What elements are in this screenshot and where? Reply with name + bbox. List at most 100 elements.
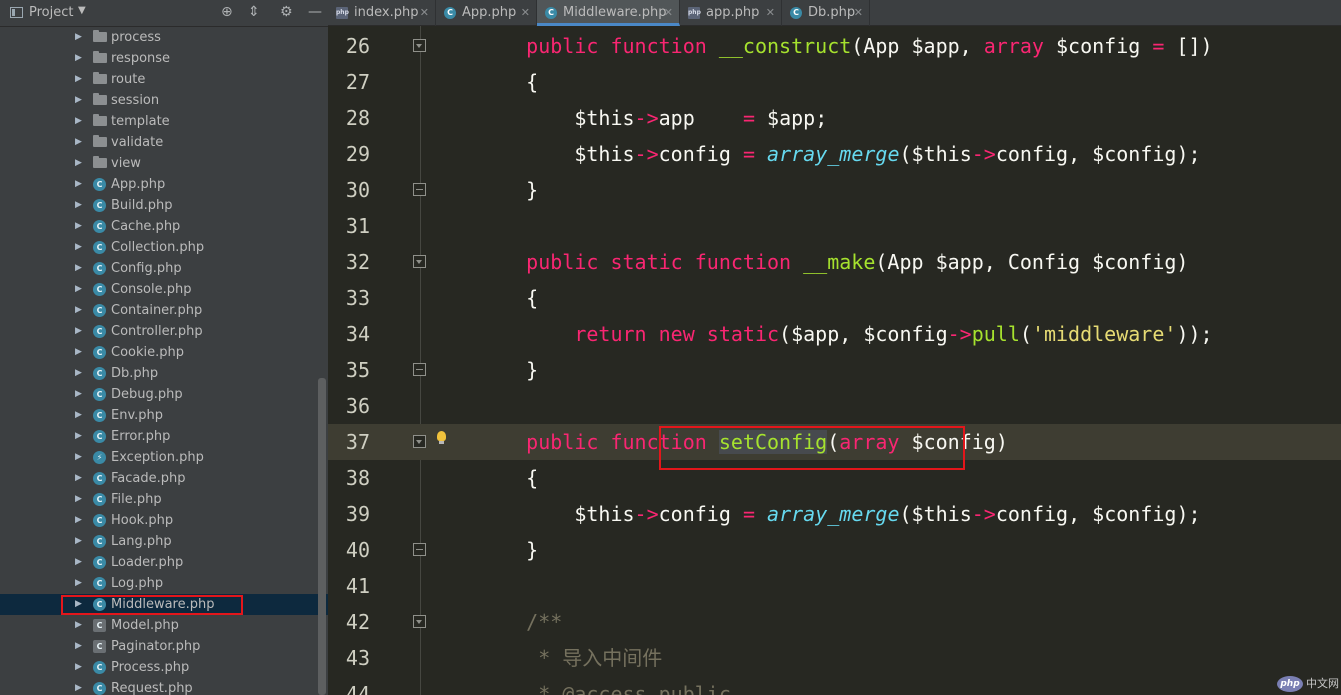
tree-item[interactable]: ▶ C Error.php: [0, 426, 328, 447]
tree-item[interactable]: ▶ view: [0, 153, 328, 174]
sidebar-scrollbar[interactable]: [318, 378, 326, 695]
expand-arrow-icon[interactable]: ▶: [75, 279, 82, 300]
expand-arrow-icon[interactable]: ▶: [75, 111, 82, 132]
expand-arrow-icon[interactable]: ▶: [75, 132, 82, 153]
tree-item[interactable]: ▶ C Console.php: [0, 279, 328, 300]
crosshair-icon[interactable]: ⊕: [221, 4, 233, 20]
close-icon[interactable]: ✕: [521, 0, 530, 26]
expand-arrow-icon[interactable]: ▶: [75, 216, 82, 237]
tree-item[interactable]: ▶ C Lang.php: [0, 531, 328, 552]
code-line[interactable]: 41: [328, 568, 1341, 604]
expand-arrow-icon[interactable]: ▶: [75, 615, 82, 636]
fold-close-icon[interactable]: [413, 363, 426, 376]
editor-tab[interactable]: C App.php ✕: [436, 0, 537, 26]
gear-icon[interactable]: ⚙: [280, 4, 293, 20]
tree-item[interactable]: ▶ C Db.php: [0, 363, 328, 384]
expand-arrow-icon[interactable]: ▶: [75, 27, 82, 48]
tree-item[interactable]: ▶ C Loader.php: [0, 552, 328, 573]
tree-item[interactable]: ▶ ⚡ Exception.php: [0, 447, 328, 468]
tree-item[interactable]: ▶ C Controller.php: [0, 321, 328, 342]
expand-arrow-icon[interactable]: ▶: [75, 531, 82, 552]
expand-arrow-icon[interactable]: ▶: [75, 237, 82, 258]
tree-item[interactable]: ▶ C Model.php: [0, 615, 328, 636]
expand-arrow-icon[interactable]: ▶: [75, 258, 82, 279]
expand-arrow-icon[interactable]: ▶: [75, 489, 82, 510]
close-icon[interactable]: ✕: [420, 0, 429, 26]
expand-arrow-icon[interactable]: ▶: [75, 363, 82, 384]
expand-arrow-icon[interactable]: ▶: [75, 468, 82, 489]
tree-item[interactable]: ▶ route: [0, 69, 328, 90]
tree-item[interactable]: ▶ C Log.php: [0, 573, 328, 594]
expand-arrow-icon[interactable]: ▶: [75, 384, 82, 405]
expand-arrow-icon[interactable]: ▶: [75, 573, 82, 594]
expand-arrow-icon[interactable]: ▶: [75, 447, 82, 468]
expand-arrow-icon[interactable]: ▶: [75, 552, 82, 573]
fold-open-icon[interactable]: [413, 255, 426, 268]
tree-item[interactable]: ▶ C Build.php: [0, 195, 328, 216]
expand-arrow-icon[interactable]: ▶: [75, 321, 82, 342]
collapse-icon[interactable]: ⇕: [248, 4, 260, 20]
tree-item[interactable]: ▶ C Request.php: [0, 678, 328, 695]
code-line[interactable]: 34 return new static($app, $config->pull…: [328, 316, 1341, 352]
close-icon[interactable]: ✕: [766, 0, 775, 26]
code-line[interactable]: 35 }: [328, 352, 1341, 388]
editor-tab[interactable]: C Middleware.php ✕: [537, 0, 680, 26]
tree-item[interactable]: ▶ response: [0, 48, 328, 69]
fold-open-icon[interactable]: [413, 615, 426, 628]
expand-arrow-icon[interactable]: ▶: [75, 48, 82, 69]
fold-open-icon[interactable]: [413, 39, 426, 52]
tree-item[interactable]: ▶ C Collection.php: [0, 237, 328, 258]
code-line[interactable]: 36: [328, 388, 1341, 424]
code-line[interactable]: 30 }: [328, 172, 1341, 208]
tree-item[interactable]: ▶ process: [0, 27, 328, 48]
code-line[interactable]: 29 $this->config = array_merge($this->co…: [328, 136, 1341, 172]
fold-open-icon[interactable]: [413, 435, 426, 448]
expand-arrow-icon[interactable]: ▶: [75, 678, 82, 695]
editor-tab[interactable]: C Db.php ✕: [782, 0, 870, 26]
expand-arrow-icon[interactable]: ▶: [75, 342, 82, 363]
tree-item[interactable]: ▶ C File.php: [0, 489, 328, 510]
expand-arrow-icon[interactable]: ▶: [75, 636, 82, 657]
editor-tab[interactable]: php index.php ✕: [328, 0, 436, 26]
code-line[interactable]: 40 }: [328, 532, 1341, 568]
project-title[interactable]: Project: [29, 5, 73, 20]
expand-arrow-icon[interactable]: ▶: [75, 657, 82, 678]
tree-item[interactable]: ▶ C Env.php: [0, 405, 328, 426]
code-line[interactable]: 39 $this->config = array_merge($this->co…: [328, 496, 1341, 532]
expand-arrow-icon[interactable]: ▶: [75, 300, 82, 321]
code-line[interactable]: 33 {: [328, 280, 1341, 316]
tree-item[interactable]: ▶ template: [0, 111, 328, 132]
code-line[interactable]: 42 /**: [328, 604, 1341, 640]
tree-item[interactable]: ▶ C Config.php: [0, 258, 328, 279]
expand-arrow-icon[interactable]: ▶: [75, 405, 82, 426]
chevron-down-icon[interactable]: ▼: [78, 5, 86, 16]
close-icon[interactable]: ✕: [664, 0, 673, 26]
code-line[interactable]: 27 {: [328, 64, 1341, 100]
tree-item[interactable]: ▶ C Facade.php: [0, 468, 328, 489]
tree-item[interactable]: ▶ C Cookie.php: [0, 342, 328, 363]
tree-item[interactable]: ▶ C Process.php: [0, 657, 328, 678]
code-line[interactable]: 28 $this->app = $app;: [328, 100, 1341, 136]
code-line[interactable]: 43 * 导入中间件: [328, 640, 1341, 676]
minimize-icon[interactable]: —: [308, 4, 322, 20]
expand-arrow-icon[interactable]: ▶: [75, 510, 82, 531]
tree-item[interactable]: ▶ C Cache.php: [0, 216, 328, 237]
expand-arrow-icon[interactable]: ▶: [75, 195, 82, 216]
tree-item[interactable]: ▶ session: [0, 90, 328, 111]
lightbulb-icon[interactable]: [437, 431, 446, 444]
expand-arrow-icon[interactable]: ▶: [75, 90, 82, 111]
expand-arrow-icon[interactable]: ▶: [75, 174, 82, 195]
code-line[interactable]: 31: [328, 208, 1341, 244]
editor-tab[interactable]: php app.php ✕: [680, 0, 782, 26]
tree-item[interactable]: ▶ validate: [0, 132, 328, 153]
tree-item[interactable]: ▶ C Hook.php: [0, 510, 328, 531]
code-line[interactable]: 26 public function __construct(App $app,…: [328, 28, 1341, 64]
expand-arrow-icon[interactable]: ▶: [75, 153, 82, 174]
expand-arrow-icon[interactable]: ▶: [75, 69, 82, 90]
tree-item[interactable]: ▶ C App.php: [0, 174, 328, 195]
code-line[interactable]: 44 * @access public: [328, 676, 1341, 695]
tree-item[interactable]: ▶ C Container.php: [0, 300, 328, 321]
tree-item[interactable]: ▶ C Debug.php: [0, 384, 328, 405]
code-line[interactable]: 32 public static function __make(App $ap…: [328, 244, 1341, 280]
fold-close-icon[interactable]: [413, 183, 426, 196]
